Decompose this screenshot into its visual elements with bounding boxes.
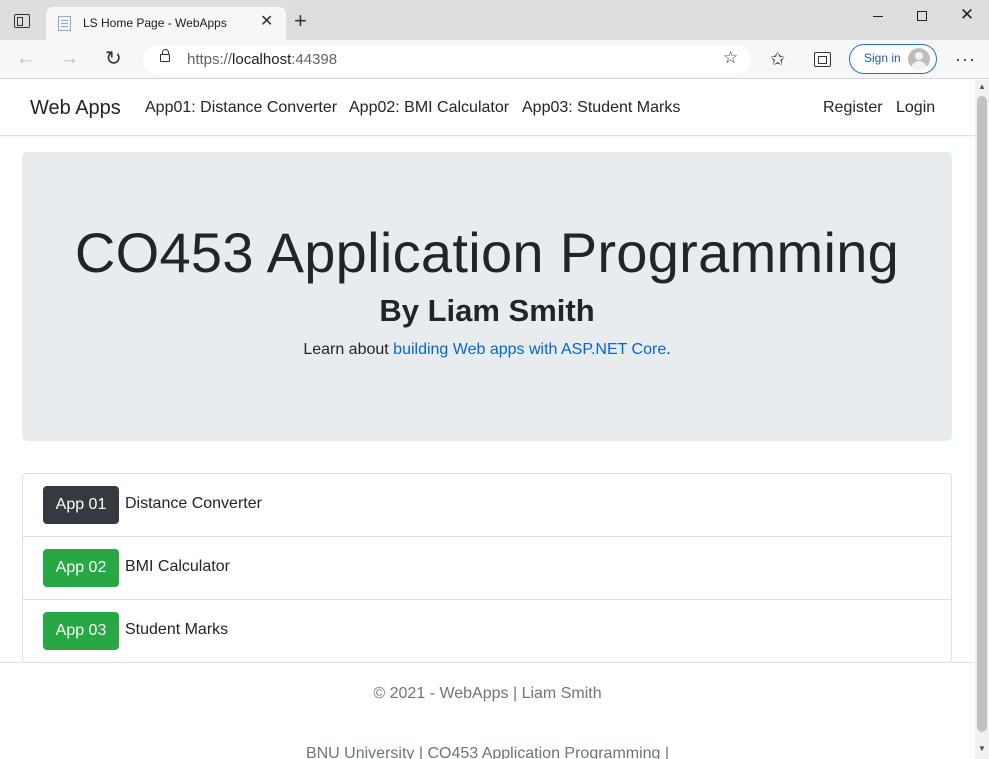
site-navbar: Web Apps App01: Distance Converter App02… <box>0 80 975 136</box>
window-close-icon[interactable]: ✕ <box>947 4 987 26</box>
lock-icon[interactable] <box>160 49 170 62</box>
hero-jumbotron: CO453 Application Programming By Liam Sm… <box>22 152 952 441</box>
aspnet-docs-link[interactable]: building Web apps with ASP.NET Core <box>393 341 666 358</box>
learn-more-text: Learn about building Web apps with ASP.N… <box>303 341 671 358</box>
scroll-down-icon[interactable]: ▼ <box>978 744 986 753</box>
forward-arrow-icon[interactable]: → <box>60 48 79 70</box>
scroll-thumb[interactable] <box>977 96 987 732</box>
page-viewport: Web Apps App01: Distance Converter App02… <box>0 80 975 759</box>
page-favicon-icon <box>58 16 71 31</box>
sign-in-button[interactable]: Sign in <box>849 44 937 74</box>
window-minimize-icon[interactable] <box>858 4 898 26</box>
avatar-icon <box>908 48 930 70</box>
list-item: App 02 BMI Calculator <box>23 537 951 600</box>
more-menu-icon[interactable]: ··· <box>955 48 976 70</box>
app03-button[interactable]: App 03 <box>43 612 119 650</box>
page-title: CO453 Application Programming <box>74 221 900 284</box>
footer-course-line: BNU University | CO453 Application Progr… <box>305 745 670 759</box>
collections-icon[interactable] <box>814 52 831 67</box>
nav-link-app03[interactable]: App03: Student Marks <box>522 99 680 117</box>
brand-link[interactable]: Web Apps <box>30 97 121 120</box>
scroll-up-icon[interactable]: ▲ <box>978 82 986 91</box>
tab-close-icon[interactable]: ✕ <box>260 12 273 32</box>
tab-title: LS Home Page - WebApps <box>83 16 227 30</box>
page-subtitle: By Liam Smith <box>379 293 595 328</box>
browser-tab-strip: LS Home Page - WebApps ✕ + ✕ <box>0 0 989 40</box>
new-tab-icon[interactable]: + <box>294 10 307 32</box>
login-link[interactable]: Login <box>896 99 935 117</box>
app01-name: Distance Converter <box>125 495 262 512</box>
app03-name: Student Marks <box>125 621 229 638</box>
workspaces-icon[interactable] <box>14 14 30 28</box>
back-arrow-icon[interactable]: ← <box>16 48 35 70</box>
reload-icon[interactable]: ↻ <box>105 48 122 70</box>
nav-link-app01[interactable]: App01: Distance Converter <box>145 99 337 117</box>
list-item: App 01 Distance Converter <box>23 474 951 537</box>
register-link[interactable]: Register <box>823 99 883 117</box>
app01-button[interactable]: App 01 <box>43 486 119 524</box>
footer-copyright: © 2021 - WebApps | Liam Smith <box>373 685 602 702</box>
url-text[interactable]: https://localhost:44398 <box>187 51 337 68</box>
page-scrollbar[interactable]: ▲ ▼ <box>975 80 989 759</box>
app02-button[interactable]: App 02 <box>43 549 119 587</box>
favorites-icon[interactable]: ✩ <box>770 48 785 70</box>
browser-toolbar: ← → ↻ https://localhost:44398 ☆ ✩ Sign i… <box>0 40 989 79</box>
site-footer: © 2021 - WebApps | Liam Smith BNU Univer… <box>0 662 975 759</box>
apps-list: App 01 Distance Converter App 02 BMI Cal… <box>22 473 952 663</box>
add-favorite-icon[interactable]: ☆ <box>723 48 738 68</box>
window-maximize-icon[interactable] <box>902 4 942 26</box>
app02-name: BMI Calculator <box>125 558 230 575</box>
list-item: App 03 Student Marks <box>23 600 951 663</box>
sign-in-label: Sign in <box>864 51 901 65</box>
address-bar[interactable]: https://localhost:44398 ☆ <box>143 45 751 74</box>
browser-tab[interactable]: LS Home Page - WebApps ✕ <box>46 7 286 40</box>
nav-link-app02[interactable]: App02: BMI Calculator <box>349 99 509 117</box>
